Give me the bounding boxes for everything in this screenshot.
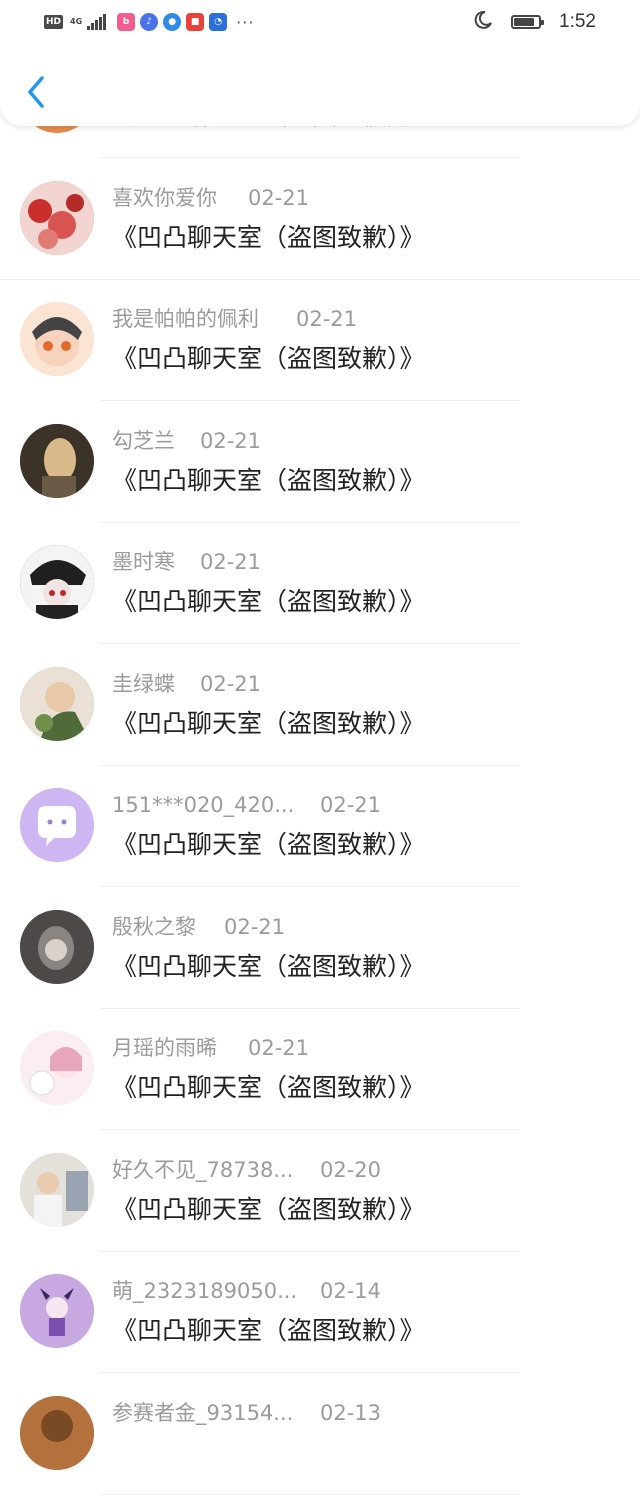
message-text: 《凹凸聊天室（盗图致歉）》	[112, 708, 425, 738]
username[interactable]: 墨时寒	[112, 547, 175, 577]
battery-icon	[511, 15, 545, 29]
name-line: 殷秋之黎 02-21	[112, 912, 592, 942]
signal-icon	[87, 14, 107, 30]
list-item[interactable]: 墨时寒 02-21 《凹凸聊天室（盗图致歉）》	[0, 523, 640, 644]
list-item[interactable]: 萌_2323189050... 02-14 《凹凸聊天室（盗图致歉）》	[0, 1252, 640, 1373]
username[interactable]: 萌_2323189050...	[112, 1276, 297, 1306]
list-item[interactable]: 勾芝兰 02-21 《凹凸聊天室（盗图致歉）》	[0, 402, 640, 523]
message-text: 《凹凸聊天室（盗图致歉）》	[112, 830, 425, 859]
huawei-store-icon: ■	[186, 13, 205, 31]
music-icon: ♪	[140, 13, 159, 31]
avatar[interactable]	[20, 1152, 94, 1227]
chevron-left-icon	[28, 76, 44, 108]
timestamp: 02-21	[296, 307, 358, 331]
bulb-icon: ◔	[209, 13, 228, 31]
moon-icon	[473, 10, 493, 34]
avatar[interactable]	[20, 545, 94, 619]
battery-level	[514, 18, 535, 26]
name-line: 萌_2323189050... 02-14	[112, 1276, 592, 1306]
username[interactable]: 殷秋之黎	[112, 912, 196, 942]
avatar[interactable]	[20, 423, 94, 498]
avatar[interactable]	[20, 909, 94, 984]
browser-icon: ●	[163, 13, 182, 31]
username[interactable]: 我是帕帕的佩利	[112, 304, 259, 334]
timestamp: 02-13	[320, 1400, 382, 1425]
avatar[interactable]	[20, 180, 94, 255]
username[interactable]: 勾芝兰	[112, 426, 175, 456]
name-line: 圭绿蝶 02-21	[112, 669, 592, 699]
more-notifications-icon: ···	[236, 12, 255, 32]
username[interactable]: 圭绿蝶	[112, 669, 175, 699]
divider	[100, 1493, 520, 1495]
status-left: HD 4G b ♪ ● ■ ◔ ···	[44, 10, 254, 34]
status-right: 1:52	[473, 10, 596, 34]
list-item[interactable]: 殷秋之黎 02-21 《凹凸聊天室（盗图致歉）》	[0, 888, 640, 1009]
timestamp: 02-21	[200, 671, 262, 696]
list-item[interactable]: 喜欢你爱你 02-21 《凹凸聊天室（盗图致歉）》	[0, 159, 640, 280]
message-text: 《凹凸聊天室（盗图致歉）》	[112, 1194, 425, 1224]
message-text: 《凹凸聊天室（盗图致歉）》	[112, 951, 425, 981]
timestamp: 02-21	[248, 185, 310, 210]
timestamp: 02-21	[248, 1036, 310, 1060]
name-line: 喜欢你爱你 02-21	[112, 183, 592, 213]
avatar[interactable]	[20, 666, 94, 741]
list-item[interactable]: 参赛者金_93154... 02-13	[0, 1374, 640, 1495]
name-line: 墨时寒 02-21	[112, 547, 592, 577]
avatar[interactable]	[20, 302, 94, 376]
list-item[interactable]: 151***020_420... 02-21 《凹凸聊天室（盗图致歉）》	[0, 766, 640, 887]
name-line: 勾芝兰 02-21	[112, 426, 592, 456]
status-bar: HD 4G b ♪ ● ■ ◔ ··· 1:52	[0, 0, 640, 44]
timestamp: 02-20	[320, 1157, 382, 1182]
name-line: 好久不见_78738... 02-20	[112, 1155, 592, 1185]
username[interactable]: 喜欢你爱你	[112, 183, 217, 213]
avatar[interactable]	[20, 1395, 94, 1470]
list-item[interactable]: 我是帕帕的佩利 02-21 《凹凸聊天室（盗图致歉）》	[0, 280, 640, 401]
username[interactable]: 151***020_420...	[112, 790, 294, 820]
name-line: 参赛者金_93154... 02-13	[112, 1398, 592, 1428]
list-item[interactable]: 好久不见_78738... 02-20 《凹凸聊天室（盗图致歉）》	[0, 1131, 640, 1252]
back-button[interactable]	[18, 70, 54, 114]
username[interactable]: 参赛者金_93154...	[112, 1398, 293, 1428]
top-bar: HD 4G b ♪ ● ■ ◔ ··· 1:52	[0, 0, 640, 126]
hd-icon: HD	[44, 15, 64, 29]
timestamp: 02-21	[224, 914, 286, 939]
timestamp: 02-21	[320, 793, 382, 817]
message-text: 《凹凸聊天室（盗图致歉）》	[112, 1073, 425, 1102]
avatar[interactable]	[20, 1274, 94, 1348]
timestamp: 02-21	[200, 550, 262, 574]
name-line: 我是帕帕的佩利 02-21	[112, 304, 592, 334]
timestamp: 02-14	[320, 1279, 382, 1303]
avatar[interactable]	[20, 788, 94, 862]
list-item[interactable]: 月瑶的雨晞 02-21 《凹凸聊天室（盗图致歉）》	[0, 1009, 640, 1130]
clock: 1:52	[559, 11, 596, 32]
name-line: 151***020_420... 02-21	[112, 790, 592, 820]
message-text: 《凹凸聊天室（盗图致歉）》	[112, 1316, 425, 1345]
username[interactable]: 月瑶的雨晞	[112, 1033, 217, 1063]
message-text: 《凹凸聊天室（盗图致歉）》	[112, 587, 425, 616]
username[interactable]: 好久不见_78738...	[112, 1155, 293, 1185]
message-text: 《凹凸聊天室（盗图致歉）》	[112, 465, 425, 495]
message-text: 《凹凸聊天室（盗图致歉）》	[112, 222, 425, 252]
avatar[interactable]	[20, 1031, 94, 1105]
list-item[interactable]: 圭绿蝶 02-21 《凹凸聊天室（盗图致歉）》	[0, 645, 640, 766]
bilibili-icon: b	[117, 13, 136, 31]
name-line: 月瑶的雨晞 02-21	[112, 1033, 592, 1063]
timestamp: 02-21	[200, 428, 262, 453]
message-text: 《凹凸聊天室（盗图致歉）》	[112, 344, 425, 373]
network-type: 4G	[70, 17, 83, 26]
